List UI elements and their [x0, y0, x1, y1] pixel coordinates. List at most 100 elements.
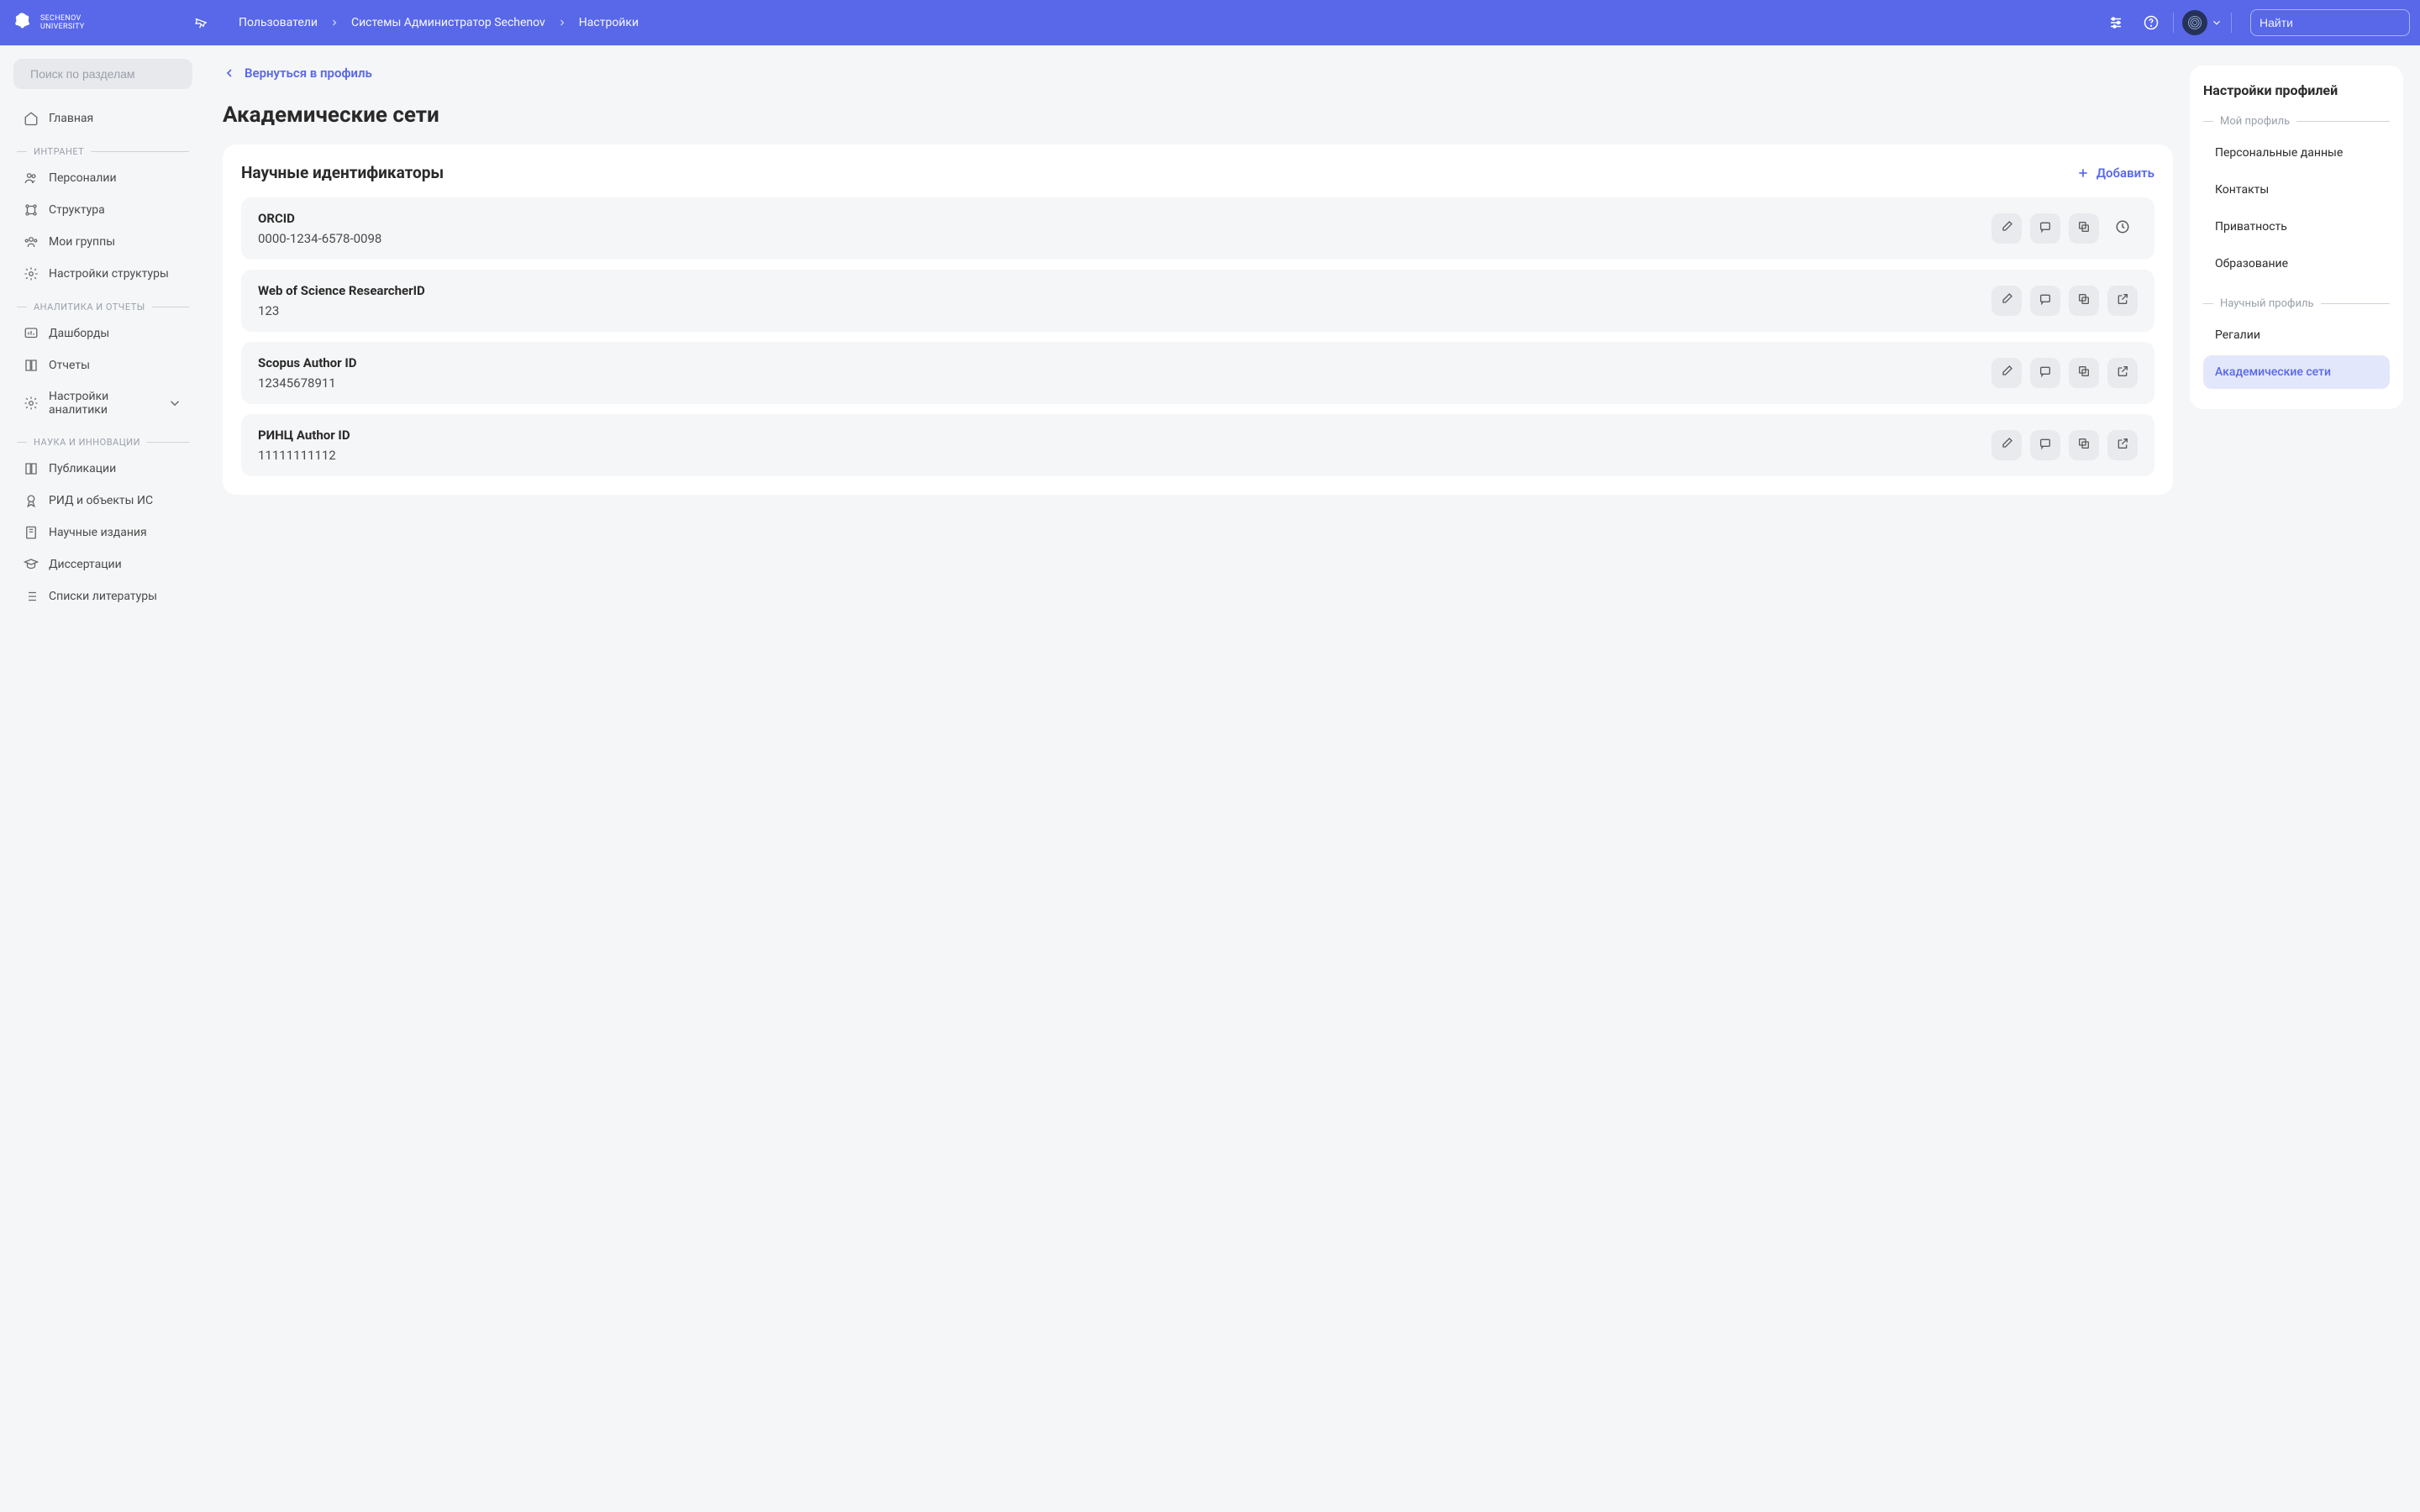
sidebar-item-references[interactable]: Списки литературы — [13, 580, 192, 612]
sidebar-item-label: Настройки аналитики — [49, 390, 157, 417]
sidebar-group-intranet: ИНТРАНЕТ — [13, 146, 192, 157]
global-search-input[interactable] — [2260, 16, 2412, 29]
open-link-button[interactable] — [2107, 430, 2138, 460]
row-actions — [1991, 213, 2138, 244]
comment-icon — [2039, 365, 2052, 381]
edit-icon — [2000, 220, 2013, 237]
chevron-right-icon — [557, 18, 567, 28]
edit-button[interactable] — [1991, 430, 2022, 460]
chevron-down-icon — [2211, 17, 2223, 29]
sidebar-item-label: РИД и объекты ИС — [49, 494, 153, 507]
breadcrumb-item-1[interactable]: Системы Администратор Sechenov — [351, 16, 545, 29]
settings-sliders-button[interactable] — [2102, 9, 2129, 36]
open-link-button[interactable] — [2107, 286, 2138, 316]
copy-button[interactable] — [2069, 213, 2099, 244]
add-button[interactable]: Добавить — [2076, 165, 2154, 181]
logo[interactable]: SECHENOV UNIVERSITY — [10, 11, 178, 34]
logo-text: SECHENOV UNIVERSITY — [40, 14, 85, 31]
add-label: Добавить — [2096, 165, 2154, 181]
sidebar-item-reports[interactable]: Отчеты — [13, 349, 192, 381]
journal-icon — [24, 525, 39, 540]
copy-button[interactable] — [2069, 286, 2099, 316]
sidebar-item-publications[interactable]: Публикации — [13, 453, 192, 485]
right-panel-item[interactable]: Контакты — [2203, 173, 2390, 207]
open-link-button[interactable] — [2107, 358, 2138, 388]
right-panel-item[interactable]: Образование — [2203, 247, 2390, 281]
sidebar-item-label: Диссертации — [49, 558, 122, 571]
identifier-value: 123 — [258, 303, 1991, 318]
group-icon — [24, 234, 39, 249]
sidebar-search[interactable] — [13, 59, 192, 89]
clock-icon — [2115, 219, 2130, 238]
sidebar-item-label: Настройки структуры — [49, 267, 169, 281]
gear-icon — [24, 396, 39, 411]
right-panel-item[interactable]: Регалии — [2203, 318, 2390, 352]
identifier-row: Web of Science ResearcherID 123 — [241, 270, 2154, 332]
sidebar-item-journals[interactable]: Научные издания — [13, 517, 192, 549]
comment-icon — [2039, 437, 2052, 454]
list-icon — [24, 589, 39, 604]
copy-icon — [2077, 365, 2091, 381]
comment-button[interactable] — [2030, 286, 2060, 316]
sidebar-item-dissertations[interactable]: Диссертации — [13, 549, 192, 580]
sidebar-item-label: Списки литературы — [49, 590, 157, 603]
help-button[interactable] — [2138, 9, 2165, 36]
chevron-down-icon — [167, 396, 182, 411]
comment-button[interactable] — [2030, 213, 2060, 244]
sidebar-item-ip[interactable]: РИД и объекты ИС — [13, 485, 192, 517]
sidebar-group-science: НАУКА И ИННОВАЦИИ — [13, 437, 192, 448]
copy-button[interactable] — [2069, 430, 2099, 460]
sidebar-item-label: Структура — [49, 203, 105, 217]
plus-icon — [2076, 166, 2090, 180]
row-actions — [1991, 286, 2138, 316]
chevron-right-icon — [329, 18, 339, 28]
dashboard-icon — [24, 326, 39, 341]
chevron-left-icon — [223, 66, 236, 80]
identifier-label: РИНЦ Author ID — [258, 428, 1991, 443]
identifier-row: Scopus Author ID 12345678911 — [241, 342, 2154, 404]
edit-button[interactable] — [1991, 286, 2022, 316]
breadcrumb-item-0[interactable]: Пользователи — [239, 16, 318, 29]
user-menu[interactable] — [2182, 10, 2223, 35]
sidebar-item-mygroups[interactable]: Мои группы — [13, 226, 192, 258]
right-panel-item[interactable]: Приватность — [2203, 210, 2390, 244]
global-search[interactable] — [2250, 9, 2410, 36]
comment-icon — [2039, 220, 2052, 237]
identifier-value: 11111111112 — [258, 448, 1991, 463]
sidebar-item-label: Мои группы — [49, 235, 115, 249]
sidebar-item-personnel[interactable]: Персоналии — [13, 162, 192, 194]
sidebar-search-input[interactable] — [30, 67, 182, 81]
main: Вернуться в профиль Академические сети Н… — [206, 45, 2420, 626]
right-panel-item[interactable]: Академические сети — [2203, 355, 2390, 389]
edit-icon — [2000, 292, 2013, 309]
edit-button[interactable] — [1991, 213, 2022, 244]
row-info: Web of Science ResearcherID 123 — [258, 283, 1991, 318]
book-open-icon — [24, 461, 39, 476]
sidebar-item-home[interactable]: Главная — [13, 102, 192, 134]
home-icon — [24, 111, 39, 126]
right-panel-group-scientific: Научный профиль — [2203, 297, 2390, 310]
sidebar-item-structure-settings[interactable]: Настройки структуры — [13, 258, 192, 290]
sidebar-item-label: Отчеты — [49, 359, 90, 372]
structure-icon — [24, 202, 39, 218]
comment-button[interactable] — [2030, 430, 2060, 460]
copy-icon — [2077, 220, 2091, 237]
breadcrumb: Пользователи Системы Администратор Seche… — [239, 16, 2092, 29]
copy-button[interactable] — [2069, 358, 2099, 388]
back-link[interactable]: Вернуться в профиль — [223, 66, 372, 81]
pin-button[interactable] — [188, 9, 215, 36]
sidebar-item-label: Персоналии — [49, 171, 117, 185]
identifier-label: Scopus Author ID — [258, 355, 1991, 370]
sidebar-item-dashboards[interactable]: Дашборды — [13, 318, 192, 349]
external-link-icon — [2116, 437, 2129, 454]
comment-button[interactable] — [2030, 358, 2060, 388]
right-panel-item[interactable]: Персональные данные — [2203, 136, 2390, 170]
gear-icon — [24, 266, 39, 281]
breadcrumb-item-2[interactable]: Настройки — [579, 16, 639, 29]
history-button[interactable] — [2107, 213, 2138, 244]
sidebar-item-analytics-settings[interactable]: Настройки аналитики — [13, 381, 192, 425]
users-icon — [24, 171, 39, 186]
sidebar-item-structure[interactable]: Структура — [13, 194, 192, 226]
edit-button[interactable] — [1991, 358, 2022, 388]
row-info: ORCID 0000-1234-6578-0098 — [258, 211, 1991, 246]
